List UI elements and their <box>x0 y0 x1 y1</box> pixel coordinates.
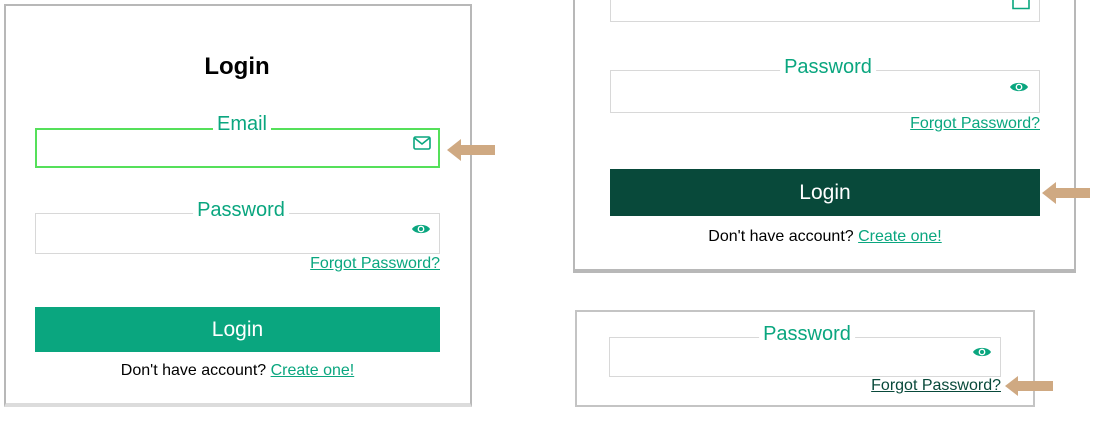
signup-row: Don't have account? Create one! <box>610 228 1040 246</box>
create-account-link[interactable]: Create one! <box>271 362 355 379</box>
eye-icon[interactable] <box>972 345 992 359</box>
forgot-password-link[interactable]: Forgot Password? <box>310 255 440 273</box>
mail-icon <box>413 136 431 150</box>
login-button[interactable]: Login <box>35 307 440 352</box>
mail-icon <box>1012 0 1030 10</box>
signup-prompt: Don't have account? <box>120 362 267 379</box>
arrow-pointer-icon <box>1005 376 1053 396</box>
forgot-password-link[interactable]: Forgot Password? <box>910 115 1040 133</box>
password-field-label: Password <box>759 323 855 345</box>
email-field-partial[interactable] <box>610 0 1040 22</box>
arrow-pointer-icon <box>1042 182 1090 204</box>
arrow-pointer-icon <box>447 139 495 161</box>
create-account-link[interactable]: Create one! <box>858 228 942 245</box>
eye-icon[interactable] <box>411 222 431 236</box>
signup-prompt: Don't have account? <box>708 228 854 245</box>
forgot-password-link[interactable]: Forgot Password? <box>871 377 1001 395</box>
eye-icon[interactable] <box>1009 80 1029 94</box>
password-field-label: Password <box>193 199 289 221</box>
login-button[interactable]: Login <box>610 169 1040 216</box>
signup-row: Don't have account? Create one! <box>35 362 440 380</box>
left-login-title: Login <box>204 53 270 80</box>
email-field-label: Email <box>212 113 272 135</box>
password-field-label: Password <box>780 56 876 78</box>
